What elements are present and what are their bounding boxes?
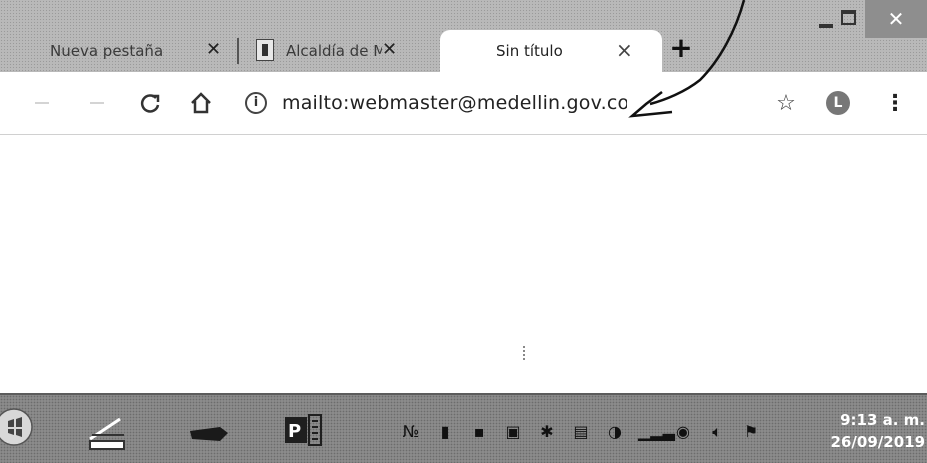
close-tab-icon[interactable]: ✕ bbox=[206, 39, 221, 60]
screen: Nueva pestaña ✕ Alcaldía de M ✕ Sin títu… bbox=[0, 0, 927, 463]
bluetooth-icon[interactable]: ✱ bbox=[536, 421, 558, 443]
tab-separator bbox=[237, 38, 239, 64]
system-tray: № ▮ ▪ ▣ ✱ ▤ ◑ ▁▂▃ ◉ 🔈︎ ⚑ bbox=[400, 417, 762, 447]
window-close-button[interactable]: ✕ bbox=[865, 0, 927, 38]
volume-icon[interactable]: 🔈︎ bbox=[706, 421, 728, 443]
clock-time: 9:13 a. m. bbox=[840, 411, 925, 429]
site-favicon-icon bbox=[256, 39, 274, 61]
address-bar[interactable]: mailto:webmaster@medellin.gov.co bbox=[282, 88, 627, 118]
arrow-left-icon bbox=[35, 102, 49, 104]
info-icon: i bbox=[245, 92, 267, 114]
usb-device-icon[interactable]: ▣ bbox=[502, 421, 524, 443]
network-status-icon[interactable]: ▤ bbox=[570, 421, 592, 443]
signal-strength-icon[interactable]: ▁▂▃ bbox=[638, 421, 675, 443]
page-content bbox=[0, 135, 927, 393]
browser-toolbar: i mailto:webmaster@medellin.gov.co ☆ L ⋮ bbox=[0, 72, 927, 135]
taskbar: P № ▮ ▪ ▣ ✱ ▤ ◑ ▁▂▃ ◉ 🔈︎ ⚑ 9:13 a. m. 26… bbox=[0, 393, 927, 463]
scanner-icon bbox=[89, 417, 125, 450]
tab-strip: Nueva pestaña ✕ Alcaldía de M ✕ Sin títu… bbox=[0, 0, 927, 72]
back-button[interactable] bbox=[30, 72, 54, 134]
profile-button[interactable]: L bbox=[820, 72, 856, 134]
app-tray-icon[interactable]: ▪ bbox=[468, 421, 490, 443]
start-button[interactable] bbox=[0, 403, 50, 453]
close-tab-icon[interactable]: ✕ bbox=[382, 39, 397, 60]
tab-title: Sin título bbox=[496, 42, 563, 60]
svg-text:P: P bbox=[288, 421, 301, 442]
language-icon[interactable]: № bbox=[400, 421, 422, 443]
clock-date: 26/09/2019 bbox=[830, 433, 925, 451]
home-icon bbox=[191, 92, 211, 114]
close-tab-icon[interactable]: × bbox=[616, 38, 633, 62]
home-button[interactable] bbox=[183, 72, 219, 134]
tab-title: Alcaldía de M bbox=[286, 42, 382, 60]
new-tab-button[interactable]: + bbox=[666, 33, 696, 63]
taskbar-scanner-app[interactable] bbox=[62, 405, 162, 455]
reload-button[interactable] bbox=[132, 72, 168, 134]
bookmark-button[interactable]: ☆ bbox=[768, 72, 804, 134]
reload-icon bbox=[140, 94, 160, 113]
loading-cursor-icon bbox=[523, 346, 528, 360]
security-shield-icon[interactable]: ▮ bbox=[434, 421, 456, 443]
powerpoint-icon: P bbox=[285, 414, 322, 446]
chrome-tray-icon[interactable]: ◉ bbox=[672, 421, 694, 443]
tab-nueva-pestana[interactable]: Nueva pestaña ✕ bbox=[36, 30, 236, 72]
arrow-right-icon bbox=[90, 102, 104, 104]
taskbar-powerpoint-app[interactable]: P bbox=[265, 405, 355, 455]
device-icon bbox=[190, 427, 228, 441]
tab-sin-titulo[interactable]: Sin título × bbox=[440, 30, 662, 72]
taskbar-device-app[interactable] bbox=[170, 405, 260, 455]
site-info-button[interactable]: i bbox=[238, 72, 274, 134]
star-icon: ☆ bbox=[776, 90, 796, 116]
kebab-menu-icon: ⋮ bbox=[884, 90, 906, 116]
action-center-flag-icon[interactable]: ⚑ bbox=[740, 421, 762, 443]
maximize-button[interactable] bbox=[830, 0, 870, 40]
maximize-icon bbox=[841, 10, 856, 25]
start-orb-icon bbox=[0, 408, 33, 446]
tab-title: Nueva pestaña bbox=[50, 42, 164, 60]
forward-button[interactable] bbox=[85, 72, 109, 134]
browser-menu-button[interactable]: ⋮ bbox=[880, 72, 910, 134]
tab-alcaldia[interactable]: Alcaldía de M ✕ bbox=[250, 30, 440, 72]
avatar: L bbox=[826, 91, 850, 115]
sync-icon[interactable]: ◑ bbox=[604, 421, 626, 443]
taskbar-clock[interactable]: 9:13 a. m. 26/09/2019 bbox=[800, 409, 925, 453]
